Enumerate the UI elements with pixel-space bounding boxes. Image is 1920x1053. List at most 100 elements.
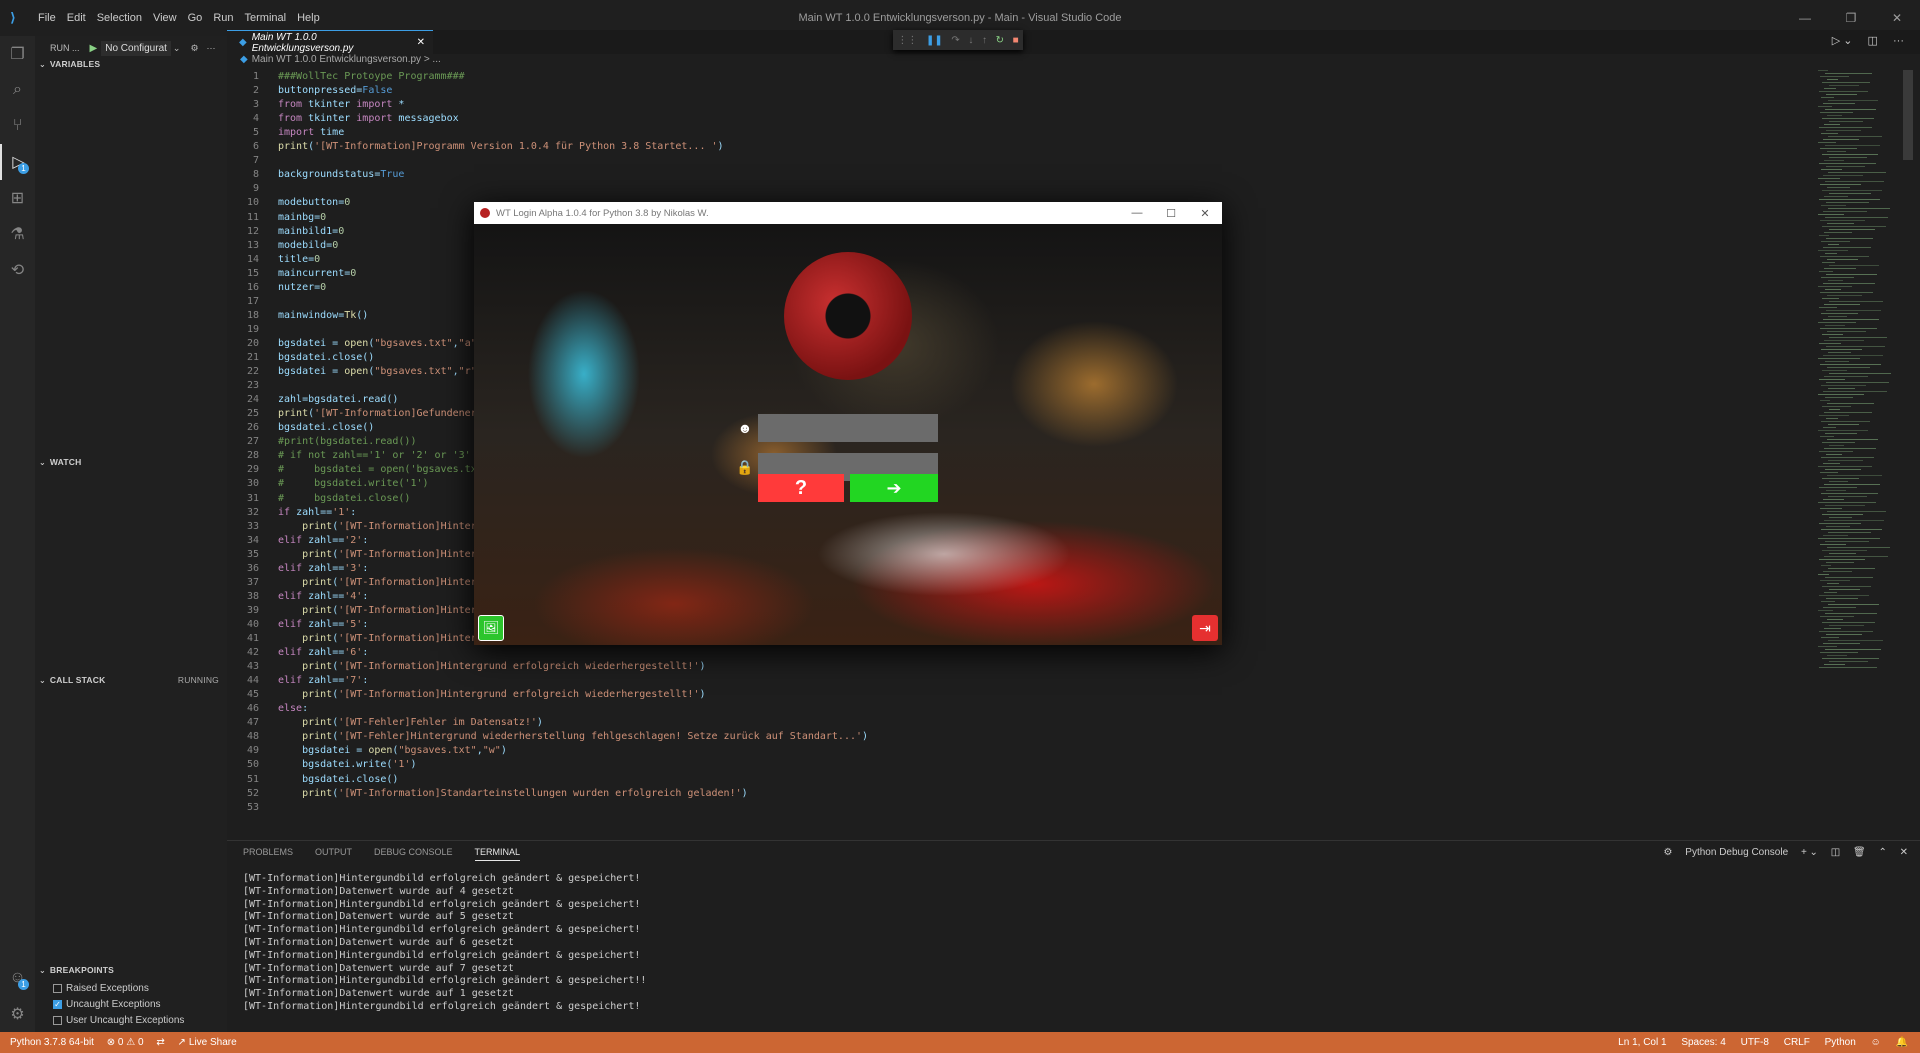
- menu-item-run[interactable]: Run: [213, 12, 233, 24]
- breakpoint-checkbox[interactable]: [53, 983, 62, 993]
- more-icon[interactable]: ···: [207, 43, 216, 53]
- code-line[interactable]: 2 buttonpressed=False: [227, 84, 1817, 98]
- code-line[interactable]: 52 print('[WT-Information]Standarteinste…: [227, 787, 1817, 801]
- minimap-line: [1818, 466, 1872, 467]
- tab-problems[interactable]: PROBLEMS: [243, 847, 293, 861]
- menu-item-view[interactable]: View: [153, 12, 177, 24]
- run-debug-icon[interactable]: ▷ 1: [0, 144, 35, 180]
- watch-header[interactable]: ⌄ WATCH: [35, 452, 227, 472]
- code-line[interactable]: 8 backgroundstatus=True: [227, 168, 1817, 182]
- remote-icon[interactable]: ⟲: [0, 252, 35, 288]
- restart-icon[interactable]: ↻: [996, 35, 1004, 46]
- play-icon[interactable]: ▶: [90, 43, 98, 54]
- call-stack-header[interactable]: ⌄ CALL STACK RUNNING: [35, 670, 227, 690]
- breakpoint-item[interactable]: ✓ Uncaught Exceptions: [35, 996, 227, 1012]
- minimap[interactable]: [1818, 70, 1902, 690]
- split-editor-icon[interactable]: ◫: [1868, 35, 1878, 47]
- tab-terminal[interactable]: TERMINAL: [474, 847, 521, 861]
- chevron-down-icon: ⌄: [39, 59, 46, 69]
- accounts-icon[interactable]: ☺ 1: [0, 960, 35, 996]
- code-line[interactable]: 48 print('[WT-Fehler]Hintergrund wiederh…: [227, 730, 1817, 744]
- explorer-icon[interactable]: ❐: [0, 36, 35, 72]
- add-terminal-icon[interactable]: + ⌄: [1801, 847, 1818, 858]
- code-line[interactable]: 3 from tkinter import *: [227, 98, 1817, 112]
- code-line[interactable]: 45 print('[WT-Information]Hintergrund er…: [227, 688, 1817, 702]
- close-tab-icon[interactable]: ✕: [417, 37, 425, 48]
- code-line[interactable]: 44 elif zahl=='7':: [227, 674, 1817, 688]
- menu-item-help[interactable]: Help: [297, 12, 320, 24]
- language-mode[interactable]: Python: [1825, 1037, 1856, 1048]
- code-line[interactable]: 53: [227, 801, 1817, 815]
- breakpoint-item[interactable]: Raised Exceptions: [35, 980, 227, 996]
- breakpoint-item[interactable]: User Uncaught Exceptions: [35, 1012, 227, 1028]
- breakpoint-checkbox[interactable]: ✓: [53, 999, 62, 1009]
- terminal-select[interactable]: Python Debug Console: [1685, 847, 1788, 858]
- stop-icon[interactable]: ■: [1013, 35, 1019, 46]
- settings-gear-icon[interactable]: ⚙: [190, 43, 198, 54]
- close-panel-icon[interactable]: ✕: [1900, 847, 1908, 858]
- trash-icon[interactable]: 🗑: [1853, 847, 1866, 858]
- line-ending[interactable]: CRLF: [1784, 1037, 1810, 1048]
- live-share-label[interactable]: Live Share: [189, 1037, 237, 1048]
- code-line[interactable]: 9: [227, 182, 1817, 196]
- python-interpreter[interactable]: Python 3.7.8 64-bit: [10, 1037, 94, 1048]
- run-file-icon[interactable]: ▷ ⌄: [1832, 35, 1853, 47]
- pause-icon[interactable]: ❚❚: [926, 35, 943, 46]
- split-terminal-icon[interactable]: ◫: [1831, 847, 1840, 858]
- encoding[interactable]: UTF-8: [1741, 1037, 1769, 1048]
- close-icon[interactable]: ✕: [1188, 207, 1222, 220]
- username-field[interactable]: [758, 414, 938, 442]
- editor-scrollbar[interactable]: [1903, 70, 1913, 160]
- code-line[interactable]: 5 import time: [227, 126, 1817, 140]
- maximize-icon[interactable]: ☐: [1154, 207, 1188, 220]
- cursor-position[interactable]: Ln 1, Col 1: [1618, 1037, 1666, 1048]
- testing-icon[interactable]: ⚗: [0, 216, 35, 252]
- gear-icon[interactable]: ⚙: [0, 996, 35, 1032]
- terminal-output[interactable]: [WT-Information]Hintergundbild erfolgrei…: [243, 873, 646, 1014]
- help-button[interactable]: ?: [758, 474, 844, 502]
- step-out-icon[interactable]: ↑: [982, 35, 987, 46]
- code-line[interactable]: 49 bgsdatei = open("bgsaves.txt","w"): [227, 744, 1817, 758]
- maximize-panel-icon[interactable]: ⌃: [1878, 847, 1886, 858]
- feedback-icon[interactable]: ☺: [1871, 1037, 1881, 1048]
- code-line[interactable]: 46 else:: [227, 702, 1817, 716]
- tab-output[interactable]: OUTPUT: [315, 847, 352, 861]
- sync-icon[interactable]: ⇄: [156, 1037, 164, 1048]
- chevron-down-icon[interactable]: ⌄: [173, 43, 181, 54]
- exit-icon[interactable]: ⇥: [1192, 615, 1218, 641]
- change-background-icon[interactable]: 🖼: [478, 615, 504, 641]
- breakpoint-checkbox[interactable]: [53, 1015, 62, 1025]
- menu-item-terminal[interactable]: Terminal: [245, 12, 287, 24]
- search-icon[interactable]: ⌕: [0, 72, 35, 108]
- variables-header[interactable]: ⌄ VARIABLES: [35, 54, 227, 74]
- breadcrumb-path[interactable]: Main WT 1.0.0 Entwicklungsverson.py > ..…: [252, 54, 441, 65]
- menu-item-selection[interactable]: Selection: [97, 12, 142, 24]
- line-number: 37: [246, 576, 259, 588]
- code-line[interactable]: 7: [227, 154, 1817, 168]
- login-button[interactable]: ➔: [850, 474, 938, 502]
- drag-handle-icon[interactable]: ⋮⋮: [897, 35, 917, 46]
- problems-count[interactable]: ⊗ 0 ⚠ 0: [107, 1037, 144, 1048]
- more-actions-icon[interactable]: ···: [1893, 35, 1904, 47]
- code-line[interactable]: 47 print('[WT-Fehler]Fehler im Datensatz…: [227, 716, 1817, 730]
- code-line[interactable]: 4 from tkinter import messagebox: [227, 112, 1817, 126]
- step-into-icon[interactable]: ↓: [968, 35, 973, 46]
- step-over-icon[interactable]: ↷: [951, 35, 959, 46]
- menu-item-edit[interactable]: Edit: [67, 12, 86, 24]
- menu-item-go[interactable]: Go: [188, 12, 203, 24]
- breakpoints-header[interactable]: ⌄ BREAKPOINTS: [35, 960, 227, 980]
- minimize-icon[interactable]: —: [1120, 207, 1154, 220]
- tab-debug-console[interactable]: DEBUG CONSOLE: [374, 847, 453, 861]
- indentation[interactable]: Spaces: 4: [1681, 1037, 1725, 1048]
- code-line[interactable]: 51 bgsdatei.close(): [227, 773, 1817, 787]
- code-line[interactable]: 42 elif zahl=='6':: [227, 646, 1817, 660]
- code-line[interactable]: 1 ###WollTec Protoype Programm###: [227, 70, 1817, 84]
- extensions-icon[interactable]: ⊞: [0, 180, 35, 216]
- code-line[interactable]: 6 print('[WT-Information]Programm Version…: [227, 140, 1817, 154]
- bell-icon[interactable]: 🔔: [1896, 1037, 1908, 1048]
- menu-item-file[interactable]: File: [38, 12, 56, 24]
- editor-tab[interactable]: ◆ Main WT 1.0.0 Entwicklungsverson.py ✕: [227, 30, 433, 54]
- source-control-icon[interactable]: ⑂: [0, 108, 35, 144]
- code-line[interactable]: 50 bgsdatei.write('1'): [227, 758, 1817, 772]
- code-line[interactable]: 43 print('[WT-Information]Hintergrund er…: [227, 660, 1817, 674]
